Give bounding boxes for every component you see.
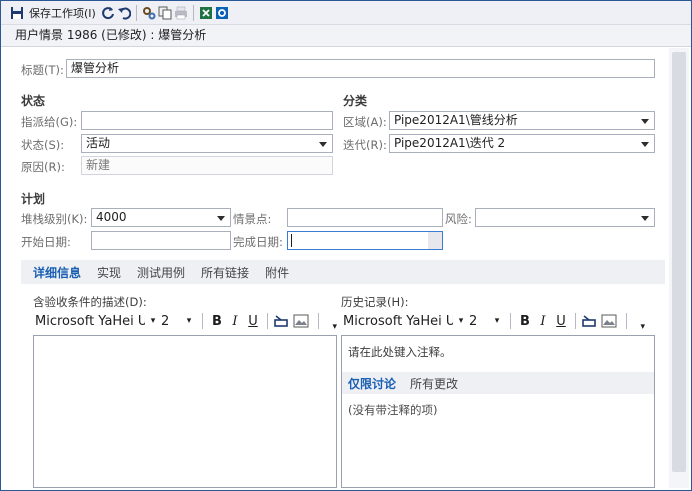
- acceptance-editor-toolbar: Microsoft YaHei U ▾ 2 ▾ B I U ▾: [35, 310, 337, 332]
- iteration-dropdown[interactable]: Pipe2012A1\迭代 2: [389, 134, 655, 153]
- area-label: 区域(A):: [343, 115, 387, 129]
- bold-button[interactable]: B: [208, 314, 226, 329]
- excel-icon[interactable]: [198, 5, 214, 21]
- finish-date-input[interactable]: [287, 231, 443, 250]
- toolbar-separator: [575, 313, 576, 329]
- planning-section-heading: 计划: [21, 192, 46, 206]
- reason-label: 原因(R):: [21, 160, 65, 174]
- work-item-title: 用户情景 1986 (已修改) : 爆管分析: [1, 25, 691, 47]
- risk-label: 风险:: [445, 212, 472, 226]
- font-selector[interactable]: Microsoft YaHei U: [35, 314, 145, 329]
- area-value: Pipe2012A1\管线分析: [394, 113, 518, 127]
- toolbar-separator: [626, 313, 627, 329]
- toolbar-separator: [510, 313, 511, 329]
- acceptance-editor[interactable]: [33, 335, 337, 488]
- print-icon[interactable]: [173, 5, 189, 21]
- toolbar-separator: [192, 4, 194, 21]
- hyperlink-icon[interactable]: [273, 313, 289, 329]
- story-points-label: 情景点:: [233, 212, 272, 226]
- classification-section-heading: 分类: [343, 94, 368, 108]
- tab-details[interactable]: 详细信息: [33, 264, 81, 281]
- status-section-heading: 状态: [21, 94, 46, 108]
- italic-button[interactable]: I: [226, 314, 244, 329]
- save-label: 保存工作项(I): [29, 6, 96, 20]
- stack-rank-label: 堆栈级别(K):: [21, 212, 88, 226]
- title-label: 标题(T):: [21, 63, 64, 77]
- tab-attachments[interactable]: 附件: [265, 264, 289, 281]
- start-date-input[interactable]: [91, 231, 231, 250]
- italic-button[interactable]: I: [534, 314, 552, 329]
- copy-icon[interactable]: [157, 5, 173, 21]
- toolbar-separator: [267, 313, 268, 329]
- outlook-icon[interactable]: [214, 5, 230, 21]
- image-icon[interactable]: [601, 313, 617, 329]
- image-icon[interactable]: [293, 313, 309, 329]
- area-dropdown[interactable]: Pipe2012A1\管线分析: [389, 111, 655, 130]
- chevron-down-icon[interactable]: ▾: [149, 316, 157, 326]
- iteration-label: 迭代(R):: [343, 138, 387, 152]
- history-comment-input[interactable]: 请在此处键入注释。: [348, 344, 452, 360]
- title-input[interactable]: 爆管分析: [66, 59, 655, 78]
- tab-implementation[interactable]: 实现: [97, 264, 121, 281]
- work-item-form: 标题(T): 爆管分析 状态 指派给(G): 状态(S): 活动 原因(R): …: [11, 48, 669, 488]
- state-value: 活动: [86, 136, 111, 150]
- state-label: 状态(S):: [21, 138, 65, 152]
- toolbar: 保存工作项(I): [1, 1, 691, 25]
- chevron-down-icon: [641, 216, 649, 221]
- process-icon[interactable]: [141, 5, 157, 21]
- stack-rank-value: 4000: [96, 210, 127, 224]
- chevron-down-icon: [217, 216, 225, 221]
- reason-field: 新建: [81, 156, 333, 175]
- tab-all-links[interactable]: 所有链接: [201, 264, 249, 281]
- underline-button[interactable]: U: [244, 314, 262, 329]
- save-work-item-button[interactable]: 保存工作项(I): [9, 3, 96, 23]
- chevron-down-icon[interactable]: ▾: [457, 316, 465, 326]
- start-date-label: 开始日期:: [21, 235, 71, 249]
- underline-button[interactable]: U: [552, 314, 570, 329]
- font-selector[interactable]: Microsoft YaHei U: [343, 314, 453, 329]
- toolbar-overflow-icon[interactable]: ▾: [332, 322, 337, 332]
- assigned-to-label: 指派给(G):: [21, 115, 78, 129]
- refresh-icon[interactable]: [100, 5, 116, 21]
- toolbar-separator: [135, 4, 137, 21]
- stack-rank-dropdown[interactable]: 4000: [91, 208, 231, 227]
- history-panel: 请在此处键入注释。 仅限讨论 所有更改 (没有带注释的项): [341, 335, 655, 488]
- history-editor-toolbar: Microsoft YaHei U ▾ 2 ▾ B I U ▾: [343, 310, 645, 332]
- bold-button[interactable]: B: [516, 314, 534, 329]
- tab-discussion-only[interactable]: 仅限讨论: [348, 375, 396, 392]
- chevron-down-icon: [319, 142, 327, 147]
- date-picker-button[interactable]: [428, 232, 442, 249]
- detail-tabs: 详细信息 实现 测试用例 所有链接 附件: [21, 260, 665, 284]
- save-icon: [9, 5, 25, 21]
- history-label: 历史记录(H):: [341, 295, 409, 309]
- iteration-value: Pipe2012A1\迭代 2: [394, 136, 506, 150]
- acceptance-label: 含验收条件的描述(D):: [33, 295, 147, 309]
- history-empty-text: (没有带注释的项): [348, 403, 438, 417]
- text-cursor: [291, 234, 292, 247]
- risk-dropdown[interactable]: [475, 208, 655, 227]
- vertical-scrollbar[interactable]: [669, 48, 689, 488]
- tab-test-cases[interactable]: 测试用例: [137, 264, 185, 281]
- font-size-selector[interactable]: 2: [469, 314, 489, 329]
- chevron-down-icon[interactable]: ▾: [493, 316, 501, 326]
- finish-date-label: 完成日期:: [233, 235, 283, 249]
- font-size-selector[interactable]: 2: [161, 314, 181, 329]
- hyperlink-icon[interactable]: [581, 313, 597, 329]
- history-tabs: 仅限讨论 所有更改: [342, 372, 654, 394]
- toolbar-overflow-icon[interactable]: ▾: [640, 322, 645, 332]
- chevron-down-icon: [641, 142, 649, 147]
- undo-icon[interactable]: [116, 5, 132, 21]
- state-dropdown[interactable]: 活动: [81, 134, 333, 153]
- chevron-down-icon: [641, 119, 649, 124]
- toolbar-separator: [318, 313, 319, 329]
- assigned-to-input[interactable]: [81, 111, 333, 130]
- work-item-window: 保存工作项(I) 用户情景 1986 (已修改) : 爆管分析 标题(T): 爆…: [0, 0, 692, 491]
- toolbar-separator: [202, 313, 203, 329]
- tab-all-changes[interactable]: 所有更改: [410, 375, 458, 392]
- chevron-down-icon[interactable]: ▾: [185, 316, 193, 326]
- scrollbar-thumb[interactable]: [672, 52, 686, 472]
- story-points-input[interactable]: [287, 208, 443, 227]
